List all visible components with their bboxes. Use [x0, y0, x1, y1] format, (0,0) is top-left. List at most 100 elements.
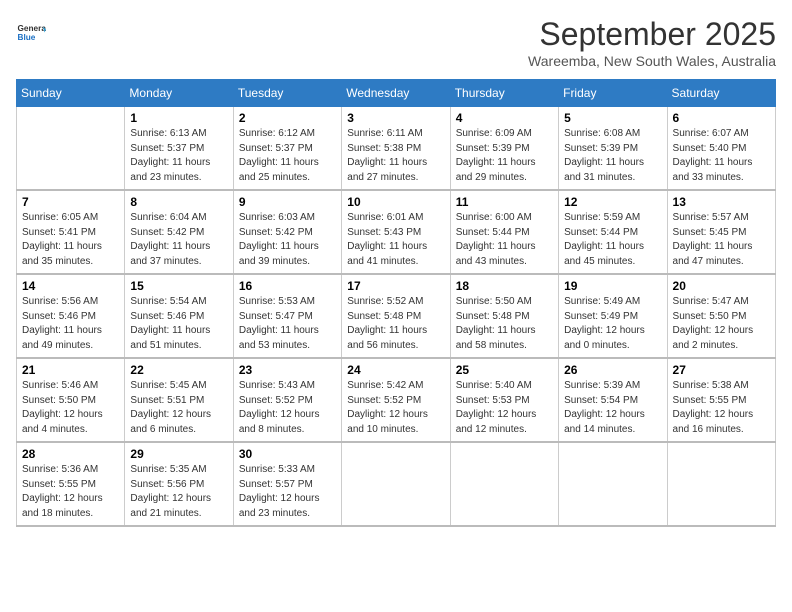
calendar-cell: 26Sunrise: 5:39 AM Sunset: 5:54 PM Dayli…: [559, 358, 667, 442]
calendar-week-row: 21 Sunrise: 5:46 AM Sunset: 5:50 PM Dayli…: [17, 358, 776, 442]
day-number: 18: [456, 279, 553, 293]
page-header: General Blue September 2025 Wareemba, Ne…: [16, 16, 776, 69]
day-number: 21: [22, 363, 119, 377]
calendar-cell: 19 Sunrise: 5:49 AM Sunset: 5:49 PM Dayli…: [559, 274, 667, 358]
day-number: 24: [347, 363, 444, 377]
calendar-cell: 24 Sunrise: 5:42 AM Sunset: 5:52 PM Dayli…: [342, 358, 450, 442]
logo-icon: General Blue: [16, 16, 46, 46]
calendar-week-row: 1Sunrise: 6:13 AM Sunset: 5:37 PM Daylig…: [17, 107, 776, 191]
month-title: September 2025: [528, 16, 776, 53]
calendar-cell: 29 Sunrise: 5:35 AM Sunset: 5:56 PM Dayli…: [125, 442, 233, 526]
header-day-sunday: Sunday: [17, 80, 125, 107]
calendar-cell: [17, 107, 125, 191]
day-info: Sunrise: 5:59 AM Sunset: 5:44 PM Dayligh…: [564, 211, 661, 269]
calendar-cell: [450, 442, 558, 526]
calendar-cell: 4Sunrise: 6:09 AM Sunset: 5:39 PM Daylig…: [450, 107, 558, 191]
svg-text:General: General: [18, 24, 47, 33]
day-info: Sunrise: 5:54 AM Sunset: 5:46 PM Dayligh…: [130, 295, 227, 353]
day-number: 19: [564, 279, 661, 293]
day-info: Sunrise: 5:42 AM Sunset: 5:52 PM Dayligh…: [347, 379, 444, 437]
day-number: 10: [347, 195, 444, 209]
calendar-cell: 7 Sunrise: 6:05 AM Sunset: 5:41 PM Daylig…: [17, 190, 125, 274]
calendar-cell: 28 Sunrise: 5:36 AM Sunset: 5:55 PM Dayli…: [17, 442, 125, 526]
day-number: 29: [130, 447, 227, 461]
day-number: 9: [239, 195, 336, 209]
day-info: Sunrise: 5:45 AM Sunset: 5:51 PM Dayligh…: [130, 379, 227, 437]
day-info: Sunrise: 5:39 AM Sunset: 5:54 PM Dayligh…: [564, 379, 661, 437]
calendar-cell: 5 Sunrise: 6:08 AM Sunset: 5:39 PM Daylig…: [559, 107, 667, 191]
calendar-cell: 20 Sunrise: 5:47 AM Sunset: 5:50 PM Dayli…: [667, 274, 775, 358]
calendar-week-row: 28 Sunrise: 5:36 AM Sunset: 5:55 PM Dayli…: [17, 442, 776, 526]
calendar-cell: 22 Sunrise: 5:45 AM Sunset: 5:51 PM Dayli…: [125, 358, 233, 442]
logo: General Blue: [16, 16, 46, 46]
calendar-cell: 27 Sunrise: 5:38 AM Sunset: 5:55 PM Dayli…: [667, 358, 775, 442]
day-number: 15: [130, 279, 227, 293]
day-number: 27: [673, 363, 770, 377]
day-number: 7: [22, 195, 119, 209]
calendar-week-row: 14 Sunrise: 5:56 AM Sunset: 5:46 PM Dayli…: [17, 274, 776, 358]
day-info: Sunrise: 5:38 AM Sunset: 5:55 PM Dayligh…: [673, 379, 770, 437]
calendar-header-row: SundayMondayTuesdayWednesdayThursdayFrid…: [17, 80, 776, 107]
day-info: Sunrise: 5:49 AM Sunset: 5:49 PM Dayligh…: [564, 295, 661, 353]
calendar-cell: 18 Sunrise: 5:50 AM Sunset: 5:48 PM Dayli…: [450, 274, 558, 358]
day-info: Sunrise: 6:04 AM Sunset: 5:42 PM Dayligh…: [130, 211, 227, 269]
calendar-cell: [559, 442, 667, 526]
day-number: 3: [347, 111, 444, 125]
calendar-cell: 8 Sunrise: 6:04 AM Sunset: 5:42 PM Daylig…: [125, 190, 233, 274]
day-info: Sunrise: 6:05 AM Sunset: 5:41 PM Dayligh…: [22, 211, 119, 269]
day-number: 4: [456, 111, 553, 125]
calendar-cell: 17 Sunrise: 5:52 AM Sunset: 5:48 PM Dayli…: [342, 274, 450, 358]
day-number: 2: [239, 111, 336, 125]
calendar-cell: 21 Sunrise: 5:46 AM Sunset: 5:50 PM Dayli…: [17, 358, 125, 442]
calendar-cell: 25Sunrise: 5:40 AM Sunset: 5:53 PM Dayli…: [450, 358, 558, 442]
calendar-cell: 23Sunrise: 5:43 AM Sunset: 5:52 PM Dayli…: [233, 358, 341, 442]
calendar-cell: 12 Sunrise: 5:59 AM Sunset: 5:44 PM Dayli…: [559, 190, 667, 274]
calendar-cell: 11Sunrise: 6:00 AM Sunset: 5:44 PM Dayli…: [450, 190, 558, 274]
day-info: Sunrise: 6:03 AM Sunset: 5:42 PM Dayligh…: [239, 211, 336, 269]
day-number: 16: [239, 279, 336, 293]
day-info: Sunrise: 5:56 AM Sunset: 5:46 PM Dayligh…: [22, 295, 119, 353]
day-info: Sunrise: 6:01 AM Sunset: 5:43 PM Dayligh…: [347, 211, 444, 269]
day-info: Sunrise: 5:50 AM Sunset: 5:48 PM Dayligh…: [456, 295, 553, 353]
day-info: Sunrise: 5:36 AM Sunset: 5:55 PM Dayligh…: [22, 463, 119, 521]
header-day-monday: Monday: [125, 80, 233, 107]
header-day-thursday: Thursday: [450, 80, 558, 107]
calendar-cell: 16Sunrise: 5:53 AM Sunset: 5:47 PM Dayli…: [233, 274, 341, 358]
calendar-cell: [667, 442, 775, 526]
day-info: Sunrise: 5:46 AM Sunset: 5:50 PM Dayligh…: [22, 379, 119, 437]
day-info: Sunrise: 5:40 AM Sunset: 5:53 PM Dayligh…: [456, 379, 553, 437]
header-day-tuesday: Tuesday: [233, 80, 341, 107]
title-block: September 2025 Wareemba, New South Wales…: [528, 16, 776, 69]
header-day-friday: Friday: [559, 80, 667, 107]
calendar-cell: 3 Sunrise: 6:11 AM Sunset: 5:38 PM Daylig…: [342, 107, 450, 191]
day-number: 28: [22, 447, 119, 461]
day-info: Sunrise: 6:08 AM Sunset: 5:39 PM Dayligh…: [564, 127, 661, 185]
calendar-cell: 30 Sunrise: 5:33 AM Sunset: 5:57 PM Dayli…: [233, 442, 341, 526]
day-number: 17: [347, 279, 444, 293]
calendar-week-row: 7 Sunrise: 6:05 AM Sunset: 5:41 PM Daylig…: [17, 190, 776, 274]
day-number: 30: [239, 447, 336, 461]
calendar-table: SundayMondayTuesdayWednesdayThursdayFrid…: [16, 79, 776, 527]
day-number: 14: [22, 279, 119, 293]
svg-text:Blue: Blue: [18, 33, 36, 42]
day-number: 5: [564, 111, 661, 125]
day-number: 11: [456, 195, 553, 209]
day-info: Sunrise: 6:11 AM Sunset: 5:38 PM Dayligh…: [347, 127, 444, 185]
day-number: 8: [130, 195, 227, 209]
header-day-saturday: Saturday: [667, 80, 775, 107]
day-info: Sunrise: 5:35 AM Sunset: 5:56 PM Dayligh…: [130, 463, 227, 521]
day-number: 1: [130, 111, 227, 125]
day-info: Sunrise: 5:47 AM Sunset: 5:50 PM Dayligh…: [673, 295, 770, 353]
calendar-cell: 2 Sunrise: 6:12 AM Sunset: 5:37 PM Daylig…: [233, 107, 341, 191]
day-number: 20: [673, 279, 770, 293]
calendar-cell: 6Sunrise: 6:07 AM Sunset: 5:40 PM Daylig…: [667, 107, 775, 191]
day-number: 22: [130, 363, 227, 377]
day-info: Sunrise: 6:12 AM Sunset: 5:37 PM Dayligh…: [239, 127, 336, 185]
day-number: 23: [239, 363, 336, 377]
day-number: 12: [564, 195, 661, 209]
day-info: Sunrise: 5:33 AM Sunset: 5:57 PM Dayligh…: [239, 463, 336, 521]
day-info: Sunrise: 5:52 AM Sunset: 5:48 PM Dayligh…: [347, 295, 444, 353]
calendar-cell: [342, 442, 450, 526]
calendar-cell: 10 Sunrise: 6:01 AM Sunset: 5:43 PM Dayli…: [342, 190, 450, 274]
day-number: 6: [673, 111, 770, 125]
